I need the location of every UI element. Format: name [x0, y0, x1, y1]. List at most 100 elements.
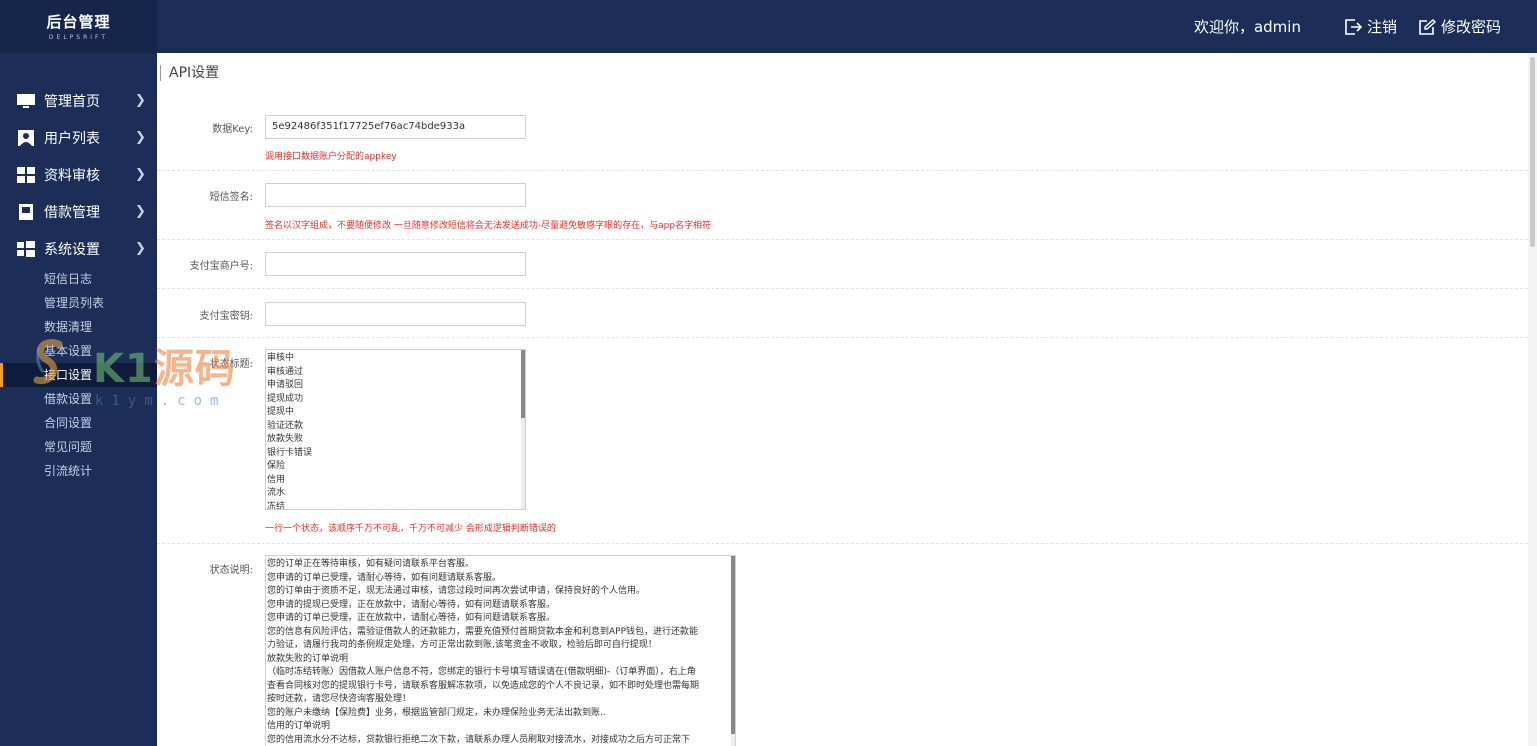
page-scrollbar[interactable]	[1528, 53, 1537, 746]
sms-sign-hint: 签名以汉字组成，不要随便修改 一旦随意修改短信将会无法发送成功-尽量避免敏感字眼…	[265, 221, 712, 231]
windows-icon	[17, 240, 35, 257]
textarea-line: 信用	[267, 474, 286, 485]
textarea-line: 审核中	[267, 353, 295, 363]
top-header: 欢迎你，admin 注销 修改密码	[157, 0, 1537, 53]
textarea-line: 您的订单正在等待审核，如有疑问请联系平台客服。	[267, 559, 475, 569]
monitor-icon	[17, 93, 35, 109]
main-content: API设置 数据Key: 调用接口数据账户分配的appkey 短信签名: 签名以…	[157, 53, 1528, 746]
textarea-line: 您申请的订单已受理，正在放款中，请耐心等待，如有问题请联系客服。	[267, 613, 556, 623]
submenu-item-basic-settings[interactable]: 基本设置	[0, 339, 157, 363]
chevron-right-icon: ❯	[135, 167, 146, 182]
textarea-line: 保险	[267, 461, 286, 471]
textarea-line: 验证还款	[267, 420, 304, 431]
textarea-line: 您申请的提现已受理，正在放款中，请耐心等待，如有问题请联系客服。	[267, 599, 556, 610]
user-icon	[17, 129, 35, 146]
submenu-item-faq[interactable]: 常见问题	[0, 435, 157, 459]
edit-icon	[1419, 18, 1436, 35]
status-titles-lines: 审核中 审核通过 申请驳回 提现成功 提现中 验证还款 放款失败 银行卡错误 保险 信用 流水 冻结	[266, 350, 525, 510]
textarea-line: 审核通过	[267, 366, 304, 377]
textarea-line: 冻结	[267, 501, 286, 510]
brand-title: 后台管理	[46, 13, 111, 31]
book-icon	[17, 203, 35, 220]
chevron-right-icon: ❯	[135, 241, 146, 256]
welcome-text: 欢迎你，admin	[1193, 18, 1301, 36]
submenu-item-admin-list[interactable]: 管理员列表	[0, 291, 157, 315]
alipay-merchant-input[interactable]	[265, 251, 526, 276]
status-desc-lines: 您的订单正在等待审核，如有疑问请联系平台客服。您申请的订单已受理，请耐心等待，如…	[266, 556, 735, 746]
sms-sign-label: 短信签名:	[209, 192, 253, 203]
sidebar-item-label: 系统设置	[44, 241, 100, 258]
system-submenu: 短信日志 管理员列表 数据清理 基本设置 接口设置 借款设置 合同设置 常见问题…	[0, 267, 157, 483]
grid-icon	[17, 166, 35, 183]
textarea-line: 按时还款，请您尽快咨询客服处理！	[267, 694, 412, 704]
form-row-data-key: 数据Key: 调用接口数据账户分配的appkey	[157, 103, 1528, 171]
textarea-line: 银行卡错误	[267, 447, 313, 458]
scrollbar-thumb[interactable]	[521, 350, 525, 418]
alipay-secret-input[interactable]	[265, 301, 526, 326]
textarea-line: 查看合同核对您的提现银行卡号，请联系客服解冻款项，以免造成您的个人不良记录，如不…	[267, 680, 700, 691]
chevron-right-icon: ❯	[135, 93, 146, 108]
sidebar-item-home[interactable]: 管理首页 ❯	[0, 82, 157, 119]
textarea-line: 放款失败的订单说明	[267, 653, 349, 664]
change-password-button[interactable]: 修改密码	[1419, 16, 1501, 37]
page-title: API设置	[160, 65, 219, 81]
textarea-line: 您申请的订单已受理，请耐心等待，如有问题请联系客服。	[267, 572, 502, 583]
form-row-sms-sign: 短信签名: 签名以汉字组成，不要随便修改 一旦随意修改短信将会无法发送成功-尽量…	[157, 171, 1528, 240]
form-row-status-titles: 状态标题: 审核中 审核通过 申请驳回 提现成功 提现中 验证还款 放款失败 银行卡错误 保险信…	[157, 338, 1528, 544]
scrollbar-thumb[interactable]	[731, 556, 735, 734]
chevron-right-icon: ❯	[135, 204, 146, 219]
brand-logo[interactable]: 后台管理 DELPSRIFT	[0, 0, 157, 53]
sms-sign-input[interactable]	[265, 182, 526, 207]
change-password-label: 修改密码	[1440, 18, 1501, 36]
form-row-alipay-secret: 支付宝密钥:	[157, 289, 1528, 338]
sidebar-item-users[interactable]: 用户列表 ❯	[0, 119, 157, 156]
status-titles-label: 状态标题:	[209, 359, 253, 370]
brand-subtitle: DELPSRIFT	[48, 34, 109, 41]
status-desc-textarea[interactable]: 您的订单正在等待审核，如有疑问请联系平台客服。您申请的订单已受理，请耐心等待，如…	[265, 555, 736, 746]
chevron-right-icon: ❯	[135, 130, 146, 145]
sidebar-item-system[interactable]: 系统设置 ❯	[0, 230, 157, 267]
data-key-input[interactable]	[265, 114, 526, 139]
textarea-line: 提现中	[267, 407, 295, 417]
logout-button[interactable]: 注销	[1345, 16, 1397, 37]
data-key-hint: 调用接口数据账户分配的appkey	[265, 152, 397, 162]
submenu-item-traffic-stats[interactable]: 引流统计	[0, 459, 157, 483]
sidebar-item-label: 用户列表	[44, 130, 100, 147]
submenu-item-api-settings[interactable]: 接口设置	[0, 363, 157, 387]
status-titles-hint: 一行一个状态，该顺序千万不可乱，千万不可减少 会形成逻辑判断错误的	[265, 524, 556, 534]
submenu-item-loan-settings[interactable]: 借款设置	[0, 387, 157, 411]
textarea-line: 您的信用流水分不达标，贷款银行拒绝二次下款，请联系办理人员刷取对接流水，对接成功…	[267, 734, 691, 745]
logout-label: 注销	[1366, 18, 1397, 36]
textarea-line: 您的订单由于资质不足，现无法通过审核，请您过段时间再次尝试申请，保持良好的个人信…	[267, 586, 646, 596]
textarea-line: 申请驳回	[267, 380, 304, 390]
alipay-merchant-label: 支付宝商户号:	[189, 261, 253, 272]
form-row-status-desc: 状态说明: 您的订单正在等待审核，如有疑问请联系平台客服。您申请的订单已受理，请…	[157, 544, 1528, 746]
submenu-item-contract-settings[interactable]: 合同设置	[0, 411, 157, 435]
textarea-line: 您的信息有风险评估，需验证借款人的还款能力，需要充值预付首期贷款本金和利息到AP…	[267, 626, 699, 637]
textarea-line: 力验证，请履行我司的条例规定处理，方可正常出款到账,该笔资金不收取，检验后即可自…	[267, 640, 657, 650]
sidebar-item-loans[interactable]: 借款管理 ❯	[0, 193, 157, 230]
textarea-line: 提现成功	[267, 393, 304, 404]
textarea-line: 流水	[267, 488, 286, 498]
sidebar-item-label: 借款管理	[44, 204, 100, 221]
sidebar-item-review[interactable]: 资料审核 ❯	[0, 156, 157, 193]
header-actions: 欢迎你，admin 注销 修改密码	[1194, 0, 1501, 53]
status-desc-scrollbar[interactable]	[731, 556, 735, 746]
logout-icon	[1345, 18, 1362, 35]
textarea-line: 信用的订单说明	[267, 721, 331, 731]
sidebar-menu: 管理首页 ❯ 用户列表 ❯ 资料审核 ❯ 借款管理 ❯ 系统设置 ❯ 短信日志 …	[0, 82, 157, 483]
submenu-item-data-cleanup[interactable]: 数据清理	[0, 315, 157, 339]
sidebar-item-label: 管理首页	[44, 93, 100, 110]
form-row-alipay-merchant: 支付宝商户号:	[157, 240, 1528, 289]
status-titles-textarea[interactable]: 审核中 审核通过 申请驳回 提现成功 提现中 验证还款 放款失败 银行卡错误 保险 信用 流水 冻结	[265, 349, 526, 510]
textarea-line: （临时冻结转账）因借款人账户信息不符，您绑定的银行卡号填写错误请在(借款明细)-…	[267, 667, 696, 677]
status-titles-scrollbar[interactable]	[521, 350, 525, 509]
data-key-label: 数据Key:	[212, 124, 253, 135]
sidebar: 后台管理 DELPSRIFT 管理首页 ❯ 用户列表 ❯ 资料审核 ❯ 借款管理…	[0, 0, 157, 746]
page-scrollbar-thumb[interactable]	[1530, 57, 1535, 247]
submenu-item-sms-log[interactable]: 短信日志	[0, 267, 157, 291]
sidebar-item-label: 资料审核	[44, 167, 100, 184]
alipay-secret-label: 支付宝密钥:	[199, 311, 253, 322]
status-desc-label: 状态说明:	[209, 565, 253, 576]
textarea-line: 您的账户未缴纳【保险费】业务，根据监管部门规定，未办理保险业务无法出款到账..	[267, 707, 606, 718]
